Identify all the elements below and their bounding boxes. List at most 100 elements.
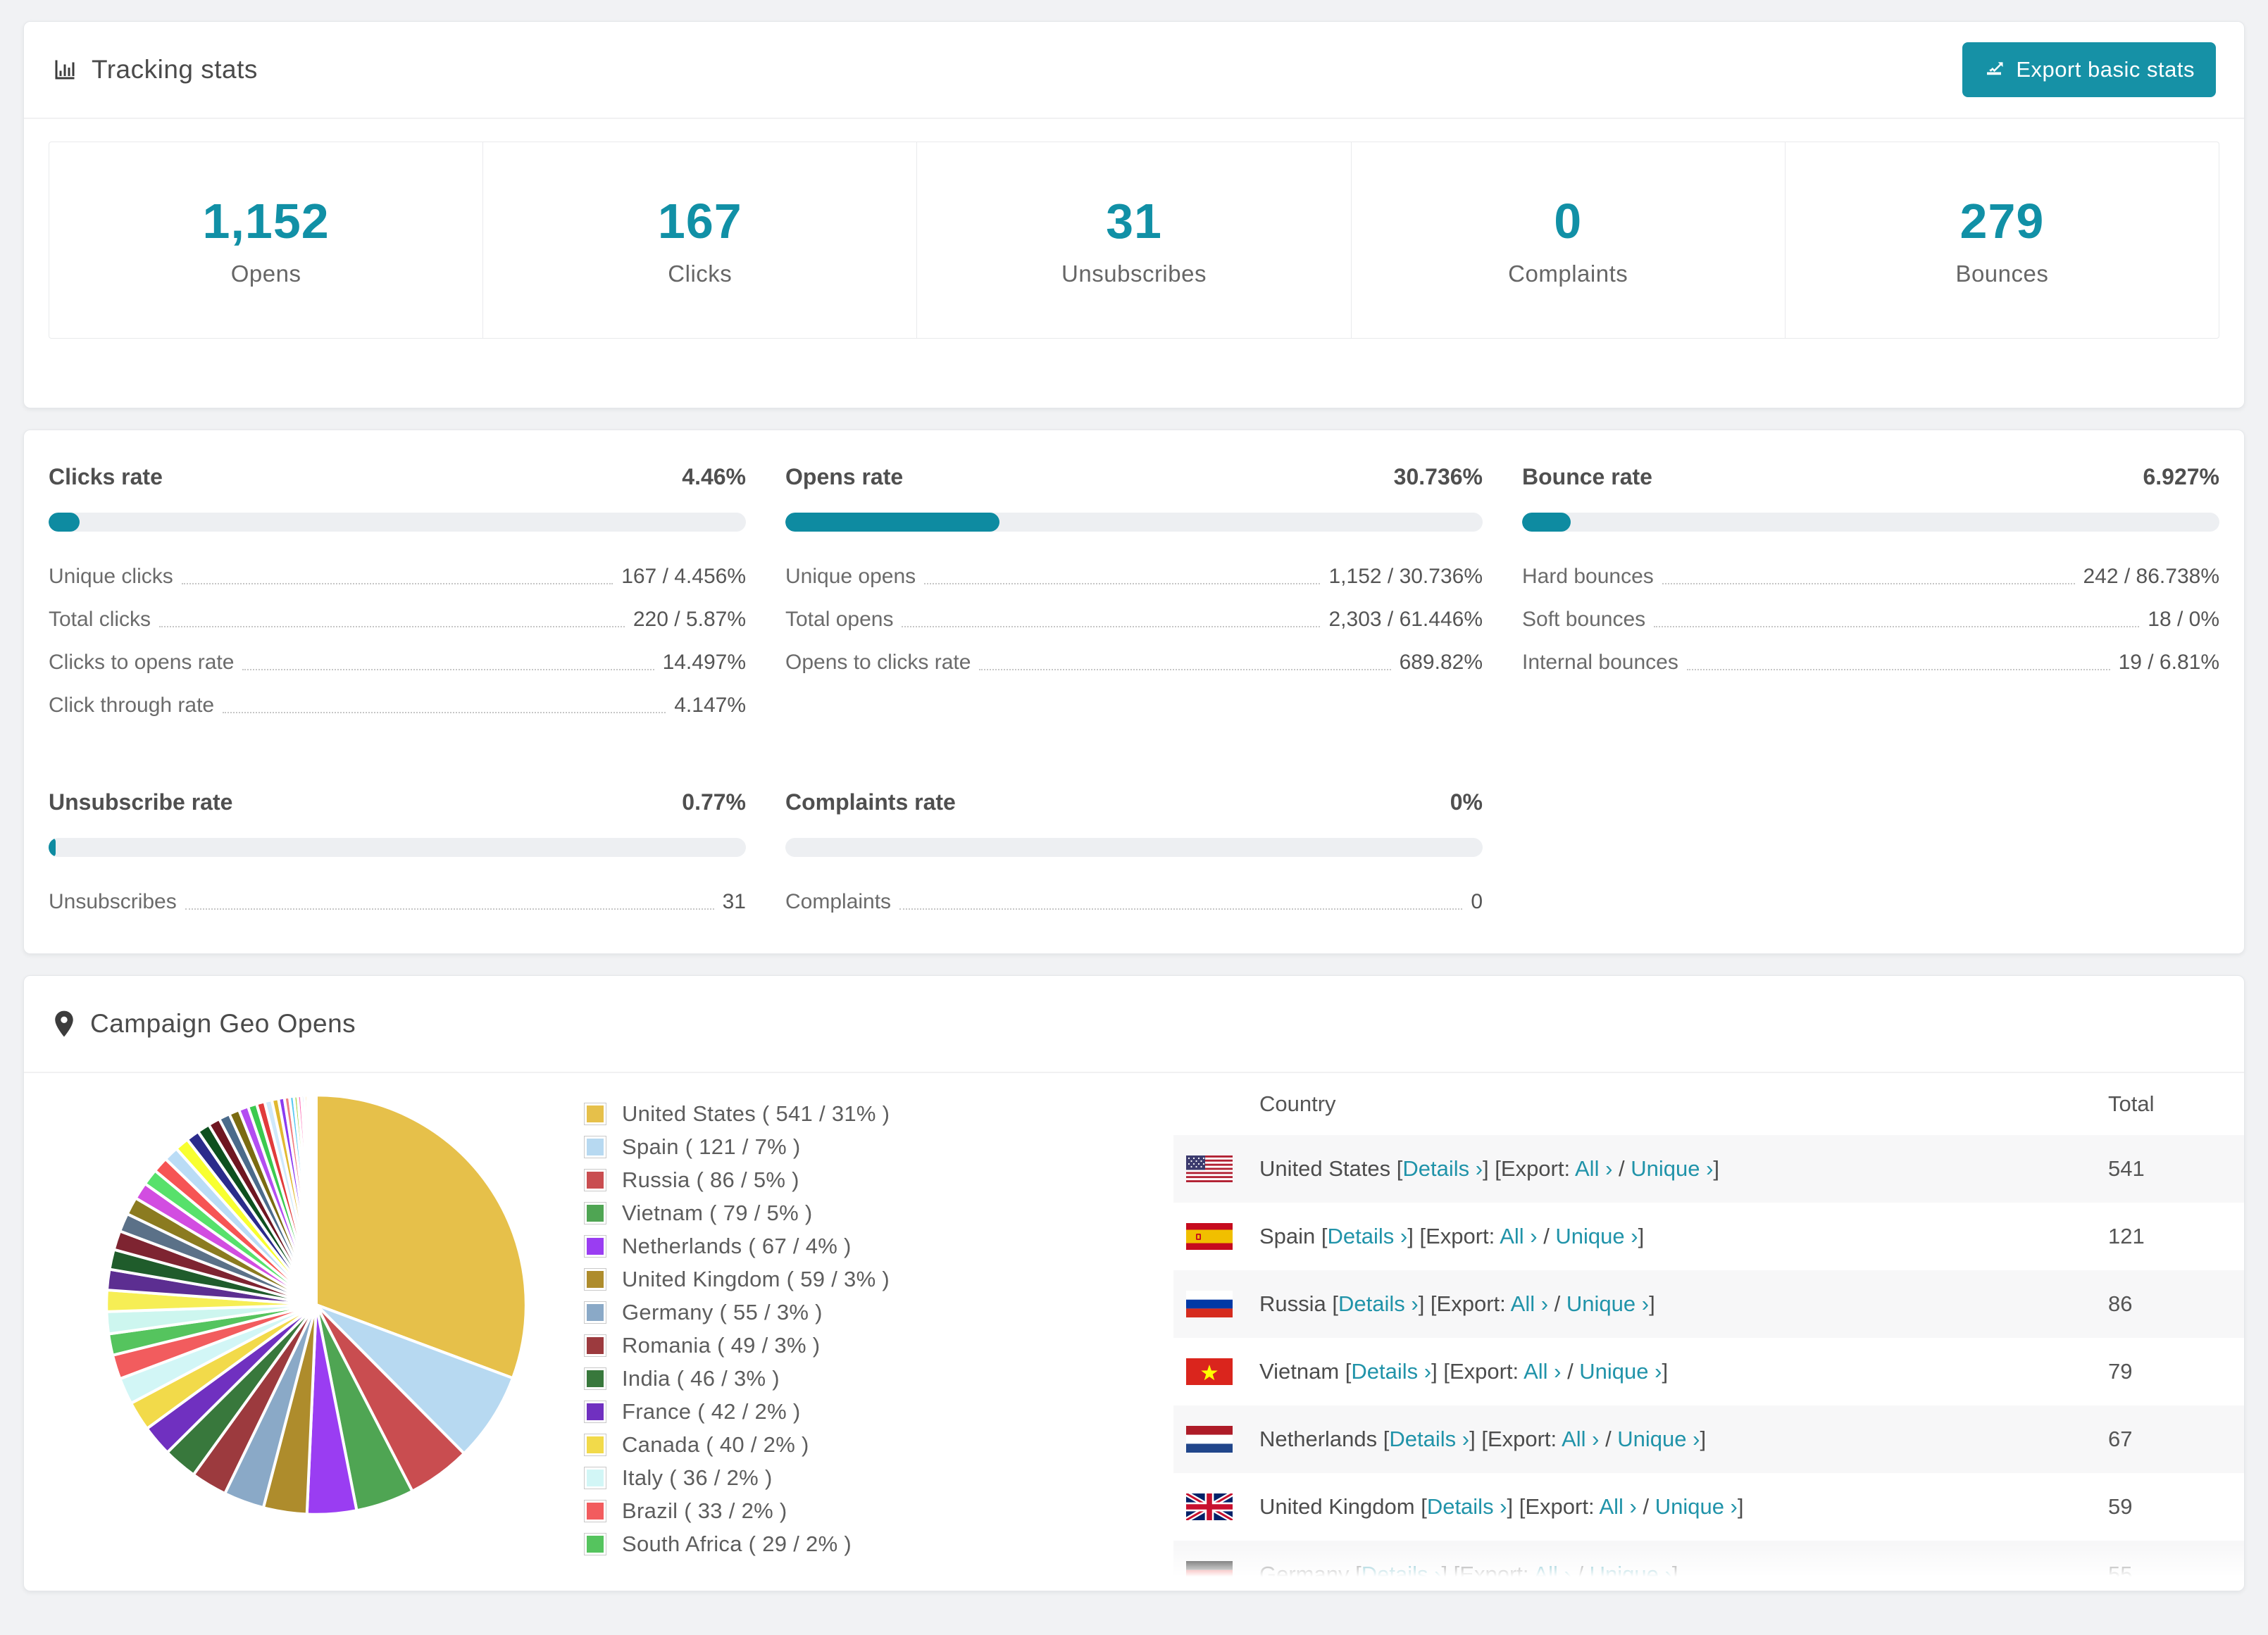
rate-block-bounce-rate: Bounce rate 6.927% Hard bounces 242 / 86.73… (1522, 464, 2219, 736)
rate-row-value: 19 / 6.81% (2118, 651, 2219, 674)
rate-progress-track (49, 838, 746, 857)
export-unique-link[interactable]: Unique › (1579, 1359, 1662, 1384)
legend-label: Vietnam ( 79 / 5% ) (622, 1201, 813, 1225)
rate-rows: Unsubscribes 31 (49, 889, 746, 915)
legend-item-italy[interactable]: Italy ( 36 / 2% ) (584, 1465, 978, 1491)
country-name: Vietnam (1259, 1359, 1345, 1384)
export-all-link[interactable]: All › (1511, 1291, 1548, 1316)
geo-table-header-country: Country (1259, 1091, 1336, 1116)
bar-chart-icon (52, 57, 77, 82)
export-unique-link[interactable]: Unique › (1655, 1494, 1738, 1519)
geo-header: Campaign Geo Opens (24, 976, 2244, 1072)
legend-swatch-icon (584, 1169, 606, 1191)
rate-row-value: 18 / 0% (2148, 608, 2219, 631)
rate-row-label: Complaints (785, 890, 892, 913)
details-link[interactable]: Details › (1402, 1156, 1483, 1181)
country-name: Spain (1259, 1224, 1321, 1248)
legend-item-united-states[interactable]: United States ( 541 / 31% ) (584, 1101, 978, 1127)
rate-row-value: 4.147% (674, 694, 746, 717)
dotted-leader (181, 583, 613, 584)
tracking-stats-header: Tracking stats Export basic stats (24, 22, 2244, 118)
pie-legend: United States ( 541 / 31% ) Spain ( 121 /… (584, 1073, 978, 1591)
rate-row-unique-opens: Unique opens 1,152 / 30.736% (785, 564, 1483, 589)
export-basic-stats-button[interactable]: Export basic stats (1962, 42, 2216, 97)
legend-swatch-icon (584, 1235, 606, 1258)
details-link[interactable]: Details › (1427, 1494, 1507, 1519)
dotted-leader (242, 669, 654, 670)
dotted-leader (979, 669, 1391, 670)
legend-item-france[interactable]: France ( 42 / 2% ) (584, 1399, 978, 1424)
export-unique-link[interactable]: Unique › (1566, 1291, 1649, 1316)
rate-row-complaints: Complaints 0 (785, 889, 1483, 915)
legend-item-romania[interactable]: Romania ( 49 / 3% ) (584, 1333, 978, 1358)
legend-item-south-africa[interactable]: South Africa ( 29 / 2% ) (584, 1531, 978, 1557)
bracket-text: ] [ (1418, 1291, 1437, 1316)
legend-item-russia[interactable]: Russia ( 86 / 5% ) (584, 1167, 978, 1193)
rate-progress-track (785, 838, 1483, 857)
rates-grid: Clicks rate 4.46% Unique clicks 167 / 4.456… (49, 464, 2219, 932)
export-all-link[interactable]: All › (1524, 1359, 1561, 1384)
rate-title: Unsubscribe rate (49, 789, 233, 815)
legend-label: Russia ( 86 / 5% ) (622, 1167, 799, 1192)
export-unique-link[interactable]: Unique › (1631, 1156, 1713, 1181)
stat-value: 31 (1106, 194, 1162, 249)
legend-swatch-icon (584, 1202, 606, 1224)
export-unique-link[interactable]: Unique › (1555, 1224, 1638, 1248)
country-name: United Kingdom (1259, 1494, 1421, 1519)
rate-block-unsubscribe-rate: Unsubscribe rate 0.77% Unsubscribes 31 (49, 789, 746, 932)
country-cell-russia: Russia [Details ›] [Export: All › / Uniq… (1233, 1291, 1655, 1317)
rate-row-label: Unique opens (785, 565, 916, 588)
stat-cell-complaints: 0 Complaints (1352, 142, 1786, 338)
details-link[interactable]: Details › (1328, 1224, 1408, 1248)
rate-progress-fill (785, 513, 1000, 532)
rate-row-label: Total opens (785, 608, 894, 631)
slash-text: / (1612, 1156, 1631, 1181)
country-name: Russia (1259, 1291, 1333, 1316)
legend-item-vietnam[interactable]: Vietnam ( 79 / 5% ) (584, 1201, 978, 1226)
export-all-link[interactable]: All › (1562, 1427, 1599, 1451)
rate-title: Complaints rate (785, 789, 956, 815)
rate-value: 0.77% (682, 789, 746, 815)
legend-item-canada[interactable]: Canada ( 40 / 2% ) (584, 1432, 978, 1458)
dotted-leader (1662, 583, 2075, 584)
rate-block-header: Clicks rate 4.46% (49, 464, 746, 490)
bracket-text: ] (1700, 1427, 1707, 1451)
tracking-header-divider (24, 118, 2244, 119)
legend-item-united-kingdom[interactable]: United Kingdom ( 59 / 3% ) (584, 1267, 978, 1292)
rate-row-clicks-to-opens-rate: Clicks to opens rate 14.497% (49, 650, 746, 675)
slash-text: / (1548, 1291, 1566, 1316)
rate-progress-fill (1522, 513, 1571, 532)
export-all-link[interactable]: All › (1500, 1224, 1537, 1248)
stat-value: 1,152 (202, 194, 330, 249)
rate-rows: Unique clicks 167 / 4.456% Total clicks 220… (49, 564, 746, 718)
campaign-geo-opens-card: Campaign Geo Opens United States ( 541 /… (23, 975, 2245, 1591)
legend-label: Germany ( 55 / 3% ) (622, 1300, 823, 1324)
rate-row-internal-bounces: Internal bounces 19 / 6.81% (1522, 650, 2219, 675)
export-button-label: Export basic stats (2016, 57, 2195, 82)
details-link[interactable]: Details › (1338, 1291, 1419, 1316)
legend-item-netherlands[interactable]: Netherlands ( 67 / 4% ) (584, 1234, 978, 1259)
legend-label: Canada ( 40 / 2% ) (622, 1432, 809, 1457)
export-all-link[interactable]: All › (1575, 1156, 1612, 1181)
rate-rows: Complaints 0 (785, 889, 1483, 915)
rate-row-click-through-rate: Click through rate 4.147% (49, 693, 746, 718)
legend-item-brazil[interactable]: Brazil ( 33 / 2% ) (584, 1498, 978, 1524)
legend-item-spain[interactable]: Spain ( 121 / 7% ) (584, 1134, 978, 1160)
details-link[interactable]: Details › (1351, 1359, 1431, 1384)
legend-item-germany[interactable]: Germany ( 55 / 3% ) (584, 1300, 978, 1325)
legend-item-india[interactable]: India ( 46 / 3% ) (584, 1366, 978, 1391)
stat-label: Unsubscribes (1061, 261, 1207, 287)
legend-label: South Africa ( 29 / 2% ) (622, 1531, 852, 1556)
rate-row-unique-clicks: Unique clicks 167 / 4.456% (49, 564, 746, 589)
dotted-leader (902, 626, 1321, 627)
geo-table-body: United States [Details ›] [Export: All ›… (1173, 1135, 2244, 1591)
rate-block-header: Complaints rate 0% (785, 789, 1483, 815)
rates-card: Clicks rate 4.46% Unique clicks 167 / 4.456… (23, 430, 2245, 954)
details-link[interactable]: Details › (1389, 1427, 1469, 1451)
rate-title: Bounce rate (1522, 464, 1652, 489)
bracket-text: ] [ (1483, 1156, 1501, 1181)
legend-swatch-icon (584, 1367, 606, 1390)
stat-cell-unsubscribes: 31 Unsubscribes (917, 142, 1352, 338)
export-all-link[interactable]: All › (1599, 1494, 1636, 1519)
export-unique-link[interactable]: Unique › (1617, 1427, 1700, 1451)
